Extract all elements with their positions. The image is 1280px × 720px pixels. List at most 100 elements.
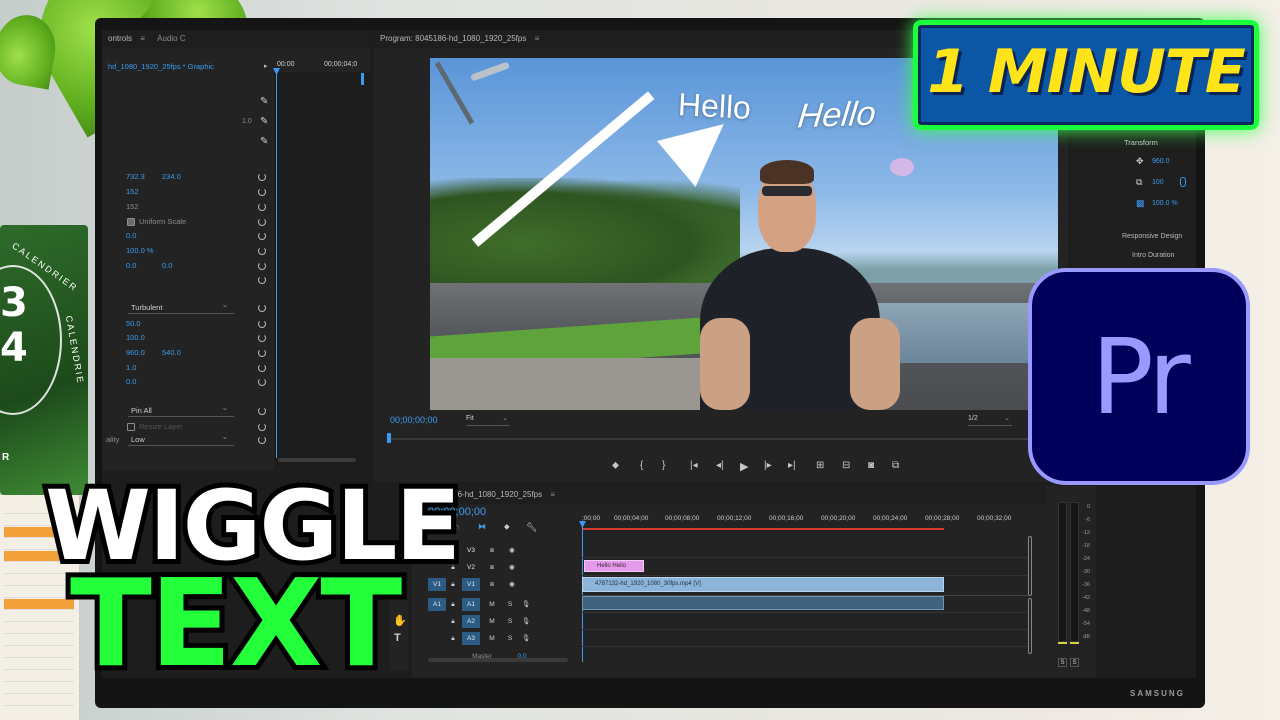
track-a1[interactable]: A1 (462, 598, 480, 611)
eg-opacity-value[interactable]: 100.0 % (1152, 200, 1178, 207)
microphone-icon[interactable]: 🎙︎ (520, 615, 532, 628)
reset-icon[interactable] (258, 320, 266, 328)
reset-icon[interactable] (258, 423, 266, 431)
lock-icon[interactable]: 🔒︎ (448, 598, 458, 611)
timeline-v-scroll[interactable] (1028, 536, 1032, 596)
evolution-value[interactable]: 0.0 (126, 376, 136, 388)
lock-icon[interactable]: 🔒︎ (448, 615, 458, 628)
reset-icon[interactable] (258, 276, 266, 284)
track-a2[interactable]: A2 (462, 615, 480, 628)
solo-button[interactable]: S (504, 615, 516, 628)
video-hello-text-2[interactable]: Hello (796, 95, 878, 137)
solo-right-button[interactable]: S (1070, 658, 1079, 667)
timeline-a-scroll[interactable] (1028, 598, 1032, 654)
program-playhead[interactable] (387, 433, 391, 443)
source-patch-a1[interactable]: A1 (428, 598, 446, 611)
go-to-out-icon[interactable]: ▸| (788, 460, 796, 471)
graphic-clip[interactable]: Hello Hello (584, 560, 644, 572)
fit-select[interactable]: Fit ⌄ (466, 415, 510, 426)
reset-icon[interactable] (258, 334, 266, 342)
position-x-value[interactable]: 732.3 (126, 171, 145, 183)
linked-selection-icon[interactable]: ⧓ (478, 522, 486, 531)
step-back-icon[interactable]: ◂| (716, 460, 724, 471)
reset-icon[interactable] (258, 378, 266, 386)
reset-icon[interactable] (258, 188, 266, 196)
solo-button[interactable]: S (504, 632, 516, 645)
solo-button[interactable]: S (504, 598, 516, 611)
opacity-value[interactable]: 100.0 % (126, 245, 154, 257)
video-hello-text-1[interactable]: Hello (677, 86, 752, 127)
position-y-value[interactable]: 234.0 (162, 171, 181, 183)
reset-icon[interactable] (258, 173, 266, 181)
rotation-value[interactable]: 0.0 (126, 230, 136, 242)
export-frame-icon[interactable]: ◙ (868, 460, 874, 471)
mute-button[interactable]: M (486, 615, 498, 628)
add-marker-icon[interactable]: ⬥ (612, 460, 619, 471)
eye-icon[interactable]: ◉ (506, 578, 518, 591)
wrench-icon[interactable]: 🔧︎ (526, 522, 537, 533)
track-v3[interactable]: V3 (462, 544, 480, 557)
comparison-view-icon[interactable]: ⧉ (892, 460, 899, 471)
program-scrub-bar[interactable] (388, 438, 1028, 440)
anchor-y-value[interactable]: 0.0 (162, 260, 172, 272)
mark-out-icon[interactable]: } (662, 460, 665, 471)
reset-icon[interactable] (258, 247, 266, 255)
mark-in-icon[interactable]: { (640, 460, 643, 471)
link-icon[interactable] (1180, 177, 1186, 187)
program-monitor-title[interactable]: Program: 8045186-hd_1080_1920_25fps (380, 34, 526, 43)
uniform-scale-checkbox[interactable] (127, 218, 135, 226)
microphone-icon[interactable]: 🎙︎ (520, 598, 532, 611)
audio-clip[interactable] (582, 596, 944, 610)
scale-value[interactable]: 152 (126, 186, 139, 198)
displacement-select[interactable]: Turbulent (128, 299, 234, 314)
add-marker-icon[interactable]: ⬥ (504, 522, 510, 532)
mute-button[interactable]: M (486, 632, 498, 645)
sync-lock-icon[interactable]: ⧈ (486, 544, 498, 557)
track-v2[interactable]: V2 (462, 561, 480, 574)
solo-left-button[interactable]: S (1058, 658, 1067, 667)
extract-icon[interactable]: ⊟ (842, 460, 850, 471)
reset-icon[interactable] (258, 364, 266, 372)
eyedropper-icon[interactable]: ✎ (260, 96, 268, 107)
ec-scroll-handle[interactable] (361, 73, 364, 85)
eyedropper-icon[interactable]: ✎ (260, 136, 268, 147)
eyedropper-icon[interactable]: ✎ (260, 116, 268, 127)
offset-x-value[interactable]: 960.0 (126, 347, 145, 359)
program-timecode[interactable]: 00;00;00;00 (390, 415, 438, 425)
tab-audio-clip-mixer[interactable]: Audio C (157, 34, 185, 43)
size-value[interactable]: 100.0 (126, 332, 145, 344)
amount-value[interactable]: 50.0 (126, 318, 141, 330)
eye-icon[interactable]: ◉ (506, 561, 518, 574)
resize-layer-checkbox[interactable] (127, 423, 135, 431)
eg-scale-value[interactable]: 100 (1152, 179, 1164, 186)
tab-menu-icon[interactable]: ≡ (140, 34, 145, 43)
timeline-playhead[interactable] (582, 522, 583, 662)
reset-icon[interactable] (258, 349, 266, 357)
track-v1[interactable]: V1 (462, 578, 480, 591)
anchor-x-value[interactable]: 0.0 (126, 260, 136, 272)
track-a3[interactable]: A3 (462, 632, 480, 645)
reset-icon[interactable] (258, 436, 266, 444)
resolution-select[interactable]: 1/2 ⌄ (968, 415, 1012, 426)
ec-playhead[interactable] (276, 70, 277, 458)
lock-icon[interactable]: 🔒︎ (448, 632, 458, 645)
microphone-icon[interactable]: 🎙︎ (520, 632, 532, 645)
tab-menu-icon[interactable]: ≡ (535, 34, 540, 43)
sync-lock-icon[interactable]: ⧈ (486, 578, 498, 591)
play-only-icon[interactable]: ▸ (264, 62, 268, 70)
ec-zoom-scrollbar[interactable] (278, 458, 356, 462)
reset-icon[interactable] (258, 304, 266, 312)
reset-icon[interactable] (258, 203, 266, 211)
reset-icon[interactable] (258, 218, 266, 226)
timeline-h-scroll[interactable] (428, 658, 568, 662)
video-clip[interactable]: 4787132-hd_1920_1080_30fps.mp4 [V] (582, 577, 944, 592)
lift-icon[interactable]: ⊞ (816, 460, 824, 471)
offset-y-value[interactable]: 540.0 (162, 347, 181, 359)
play-icon[interactable]: ▶ (740, 460, 748, 473)
complexity-value[interactable]: 1.0 (126, 362, 136, 374)
step-forward-icon[interactable]: |▸ (764, 460, 772, 471)
reset-icon[interactable] (258, 407, 266, 415)
tab-menu-icon[interactable]: ≡ (550, 490, 555, 499)
reset-icon[interactable] (258, 232, 266, 240)
pinning-select[interactable]: Pin All (128, 402, 234, 417)
